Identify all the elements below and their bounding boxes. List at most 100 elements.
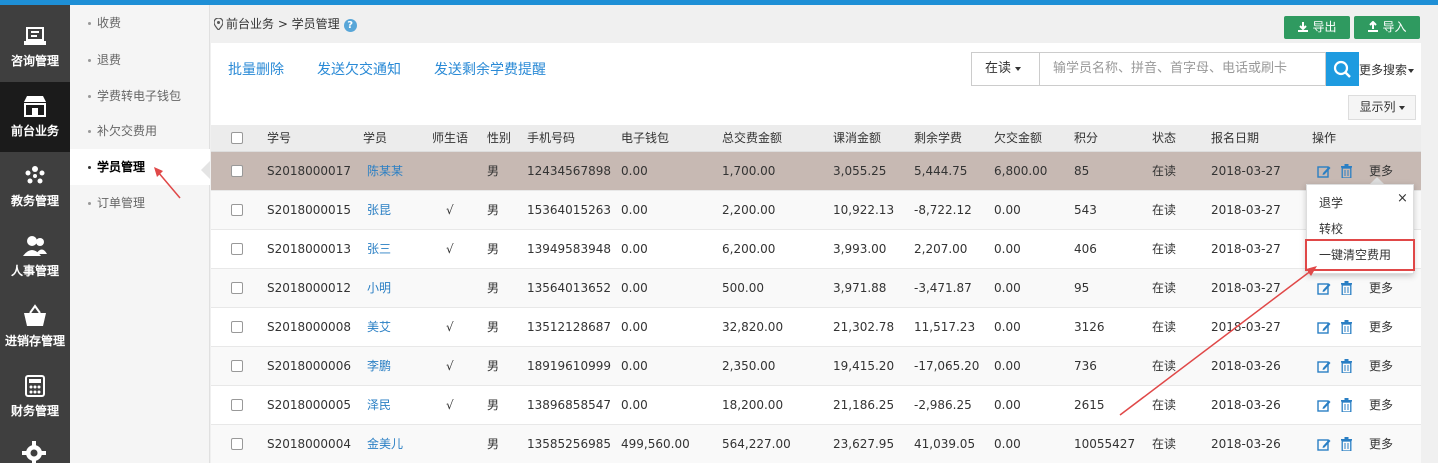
breadcrumb-path: 前台业务 > 学员管理	[226, 17, 340, 31]
help-icon[interactable]: ?	[343, 19, 357, 32]
table-row[interactable]: S2018000006 李鹏 √ 男 18919610999 0.00 2,350.00 19…	[211, 347, 1421, 386]
more-actions-link[interactable]: 更多	[1369, 308, 1393, 346]
cell-owed: 0.00	[994, 359, 1021, 373]
nav-item-inventory[interactable]: 进销存管理	[0, 292, 70, 362]
gear-icon	[22, 441, 46, 463]
row-checkbox[interactable]	[231, 321, 243, 333]
batch-delete-link[interactable]: 批量删除	[228, 61, 284, 79]
cell-owed: 0.00	[994, 281, 1021, 295]
table-row[interactable]: S2018000013 张三 √ 男 13949583948 0.00 6,200.00 3,…	[211, 230, 1421, 269]
cell-phone: 13949583948	[527, 242, 611, 256]
submenu-item-orders[interactable]: 订单管理	[70, 185, 210, 221]
edit-icon[interactable]	[1317, 360, 1331, 373]
cell-student-id: S2018000008	[267, 320, 351, 334]
send-remaining-fee-link[interactable]: 发送剩余学费提醒	[434, 61, 546, 79]
nav-item-settings[interactable]	[0, 432, 70, 463]
row-checkbox[interactable]	[231, 282, 243, 294]
nav-label: 咨询管理	[10, 54, 59, 68]
more-actions-link[interactable]: 更多	[1369, 386, 1393, 424]
cell-student-id: S2018000017	[267, 164, 351, 178]
popup-item-withdraw[interactable]: 退学	[1319, 194, 1343, 212]
row-checkbox[interactable]	[231, 165, 243, 177]
cell-student-name[interactable]: 张三	[367, 230, 391, 268]
more-search-toggle[interactable]: 更多搜索	[1359, 61, 1415, 78]
search-button[interactable]	[1326, 52, 1359, 86]
submenu-item-charge[interactable]: 收费	[70, 5, 210, 41]
caret-down-icon	[1015, 66, 1022, 71]
cell-student-name[interactable]: 小明	[367, 269, 391, 307]
cell-signup-date: 2018-03-27	[1211, 164, 1281, 178]
close-icon[interactable]: ×	[1397, 191, 1408, 206]
cell-status: 在读	[1152, 359, 1177, 373]
edit-icon[interactable]	[1317, 438, 1331, 451]
table-row[interactable]: S2018000005 泽民 √ 男 13896858547 0.00 18,200.00 2…	[211, 386, 1421, 425]
nav-item-academic[interactable]: 教务管理	[0, 152, 70, 222]
row-checkbox[interactable]	[231, 360, 243, 372]
delete-icon[interactable]	[1341, 281, 1352, 295]
cell-student-name[interactable]: 张昆	[367, 191, 391, 229]
delete-icon[interactable]	[1341, 320, 1352, 334]
send-arrears-notice-link[interactable]: 发送欠交通知	[317, 61, 401, 79]
cell-signup-date: 2018-03-27	[1211, 320, 1281, 334]
more-actions-link[interactable]: 更多	[1369, 347, 1393, 385]
basket-icon	[24, 304, 46, 326]
select-all-checkbox[interactable]	[231, 132, 243, 144]
edit-icon[interactable]	[1317, 282, 1331, 295]
cell-gender: 男	[487, 164, 500, 178]
cell-student-id: S2018000006	[267, 359, 351, 373]
cell-student-name[interactable]: 泽民	[367, 386, 391, 424]
row-checkbox[interactable]	[231, 204, 243, 216]
submenu: 收费 退费 学费转电子钱包 补欠交费用 学员管理 订单管理	[70, 5, 210, 463]
submenu-item-refund[interactable]: 退费	[70, 42, 210, 78]
delete-icon[interactable]	[1341, 164, 1352, 178]
search-input[interactable]: 输学员名称、拼音、首字母、电话或刷卡	[1040, 52, 1326, 86]
export-button[interactable]: 导出	[1284, 16, 1350, 39]
cell-student-name[interactable]: 陈某某	[367, 152, 403, 190]
table-row[interactable]: S2018000017 陈某某 男 12434567898 0.00 1,700.00 3,…	[211, 152, 1421, 191]
column-header: 学员	[363, 131, 388, 145]
cell-student-name[interactable]: 美艾	[367, 308, 391, 346]
cell-status: 在读	[1152, 281, 1177, 295]
cell-student-name[interactable]: 金美儿	[367, 425, 403, 463]
nav-item-finance[interactable]: 财务管理	[0, 362, 70, 432]
delete-icon[interactable]	[1341, 398, 1352, 412]
table-row[interactable]: S2018000012 小明 男 13564013652 0.00 500.00 3,971…	[211, 269, 1421, 308]
cell-signup-date: 2018-03-27	[1211, 242, 1281, 256]
delete-icon[interactable]	[1341, 359, 1352, 373]
status-filter-select[interactable]: 在读	[971, 52, 1040, 86]
cell-tag: √	[446, 320, 454, 334]
cell-gender: 男	[487, 203, 500, 217]
submenu-item-arrears[interactable]: 补欠交费用	[70, 113, 210, 149]
cell-gender: 男	[487, 398, 500, 412]
table-row[interactable]: S2018000015 张昆 √ 男 15364015263 0.00 2,200.00 10…	[211, 191, 1421, 230]
cell-points: 10055427	[1074, 437, 1136, 451]
table-row[interactable]: S2018000004 金美儿 男 13585256985 499,560.00 564,…	[211, 425, 1421, 463]
display-columns-button[interactable]: 显示列	[1348, 95, 1416, 120]
delete-icon[interactable]	[1341, 437, 1352, 451]
more-actions-link[interactable]: 更多	[1369, 425, 1393, 463]
cell-wallet: 0.00	[621, 281, 648, 295]
import-button[interactable]: 导入	[1354, 16, 1420, 39]
edit-icon[interactable]	[1317, 165, 1331, 178]
more-actions-link[interactable]: 更多	[1369, 269, 1393, 307]
cell-student-id: S2018000005	[267, 398, 351, 412]
submenu-item-wallet-transfer[interactable]: 学费转电子钱包	[70, 78, 210, 114]
cell-points: 85	[1074, 164, 1090, 178]
row-checkbox[interactable]	[231, 399, 243, 411]
edit-icon[interactable]	[1317, 399, 1331, 412]
row-checkbox[interactable]	[231, 243, 243, 255]
cell-wallet: 0.00	[621, 203, 648, 217]
submenu-item-students[interactable]: 学员管理	[70, 149, 210, 185]
cell-tag: √	[446, 359, 454, 373]
nav-item-consult[interactable]: 咨询管理	[0, 12, 70, 82]
cell-total-paid: 1,700.00	[722, 164, 776, 178]
table-row[interactable]: S2018000008 美艾 √ 男 13512128687 0.00 32,820.00 2…	[211, 308, 1421, 347]
popup-item-transfer-school[interactable]: 转校	[1319, 220, 1343, 238]
edit-icon[interactable]	[1317, 321, 1331, 334]
cell-student-name[interactable]: 李鹏	[367, 347, 391, 385]
cell-wallet: 0.00	[621, 320, 648, 334]
download-icon	[1298, 22, 1309, 32]
nav-item-hr[interactable]: 人事管理	[0, 222, 70, 292]
nav-item-front-desk[interactable]: 前台业务	[0, 82, 70, 152]
row-checkbox[interactable]	[231, 438, 243, 450]
